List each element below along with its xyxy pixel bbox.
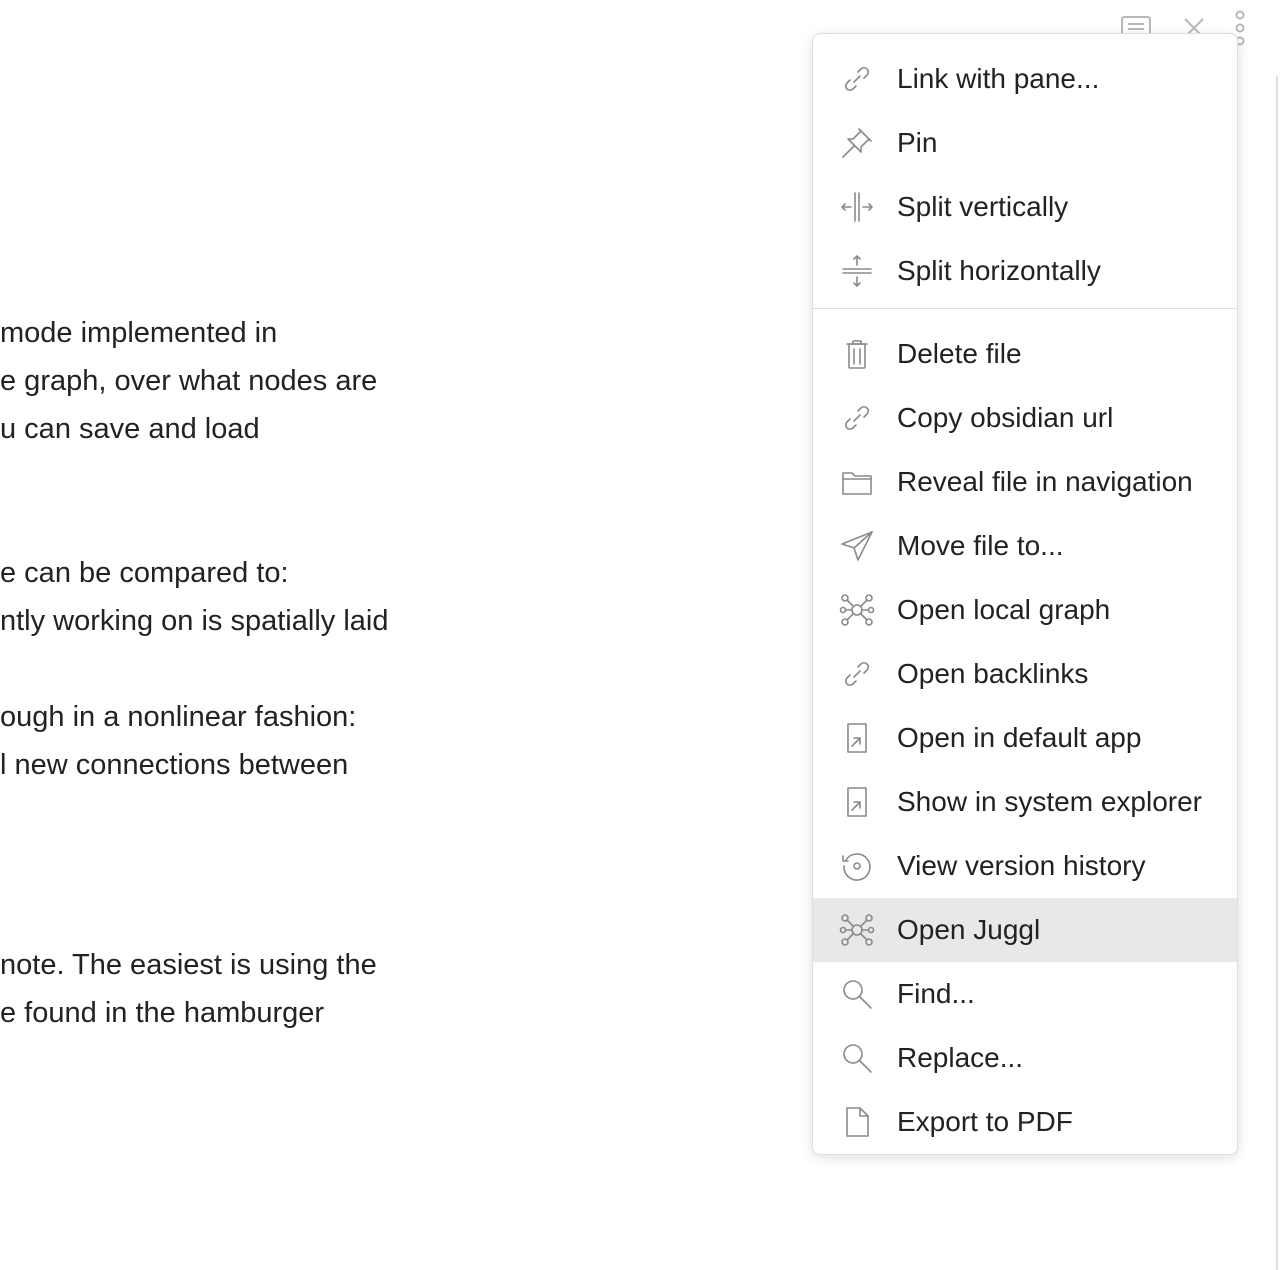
split-vertical-icon xyxy=(839,189,875,225)
menu-item-label: Pin xyxy=(897,127,938,158)
menu-list: Link with pane... Pin Split vertically Spli… xyxy=(813,34,1237,1154)
menu-item-label: Link with pane... xyxy=(897,63,1100,94)
scrollbar[interactable] xyxy=(1276,76,1278,1270)
menu-item-export-to-pdf[interactable]: Export to PDF xyxy=(813,1090,1237,1154)
link-icon xyxy=(839,400,875,436)
search-icon xyxy=(839,976,875,1012)
graph-icon xyxy=(839,592,875,628)
menu-item-label: Copy obsidian url xyxy=(897,402,1114,433)
menu-item-label: Find... xyxy=(897,978,975,1009)
menu-item-label: View version history xyxy=(897,850,1146,881)
trash-icon xyxy=(839,336,875,372)
menu-item-replace[interactable]: Replace... xyxy=(813,1026,1237,1090)
menu-item-split-vertically[interactable]: Split vertically xyxy=(813,175,1237,239)
history-icon xyxy=(839,848,875,884)
paragraph: mode implemented in e graph, over what n… xyxy=(0,309,377,453)
menu-item-label: Delete file xyxy=(897,338,1022,369)
menu-item-move-file-to[interactable]: Move file to... xyxy=(813,514,1237,578)
menu-item-label: Move file to... xyxy=(897,530,1064,561)
menu-item-reveal-file-in-navigation[interactable]: Reveal file in navigation xyxy=(813,450,1237,514)
folder-icon xyxy=(839,464,875,500)
menu-item-open-backlinks[interactable]: Open backlinks xyxy=(813,642,1237,706)
menu-item-open-in-default-app[interactable]: Open in default app xyxy=(813,706,1237,770)
paragraph: note. The easiest is using the e found i… xyxy=(0,941,377,1037)
menu-item-find[interactable]: Find... xyxy=(813,962,1237,1026)
text-line: u can save and load xyxy=(0,413,260,445)
link-icon xyxy=(839,656,875,692)
link-icon xyxy=(839,61,875,97)
text-line: e graph, over what nodes are xyxy=(0,365,378,397)
menu-item-label: Split vertically xyxy=(897,191,1069,222)
menu-item-open-local-graph[interactable]: Open local graph xyxy=(813,578,1237,642)
paper-plane-icon xyxy=(839,528,875,564)
menu-item-label: Replace... xyxy=(897,1042,1024,1073)
paragraph: ough in a nonlinear fashion: l new conne… xyxy=(0,693,356,789)
menu-item-label: Split horizontally xyxy=(897,255,1101,286)
pin-icon xyxy=(839,125,875,161)
menu-item-label: Reveal file in navigation xyxy=(897,466,1193,497)
menu-item-show-in-system-explorer[interactable]: Show in system explorer xyxy=(813,770,1237,834)
open-external-icon xyxy=(839,784,875,820)
text-line: e found in the hamburger xyxy=(0,997,325,1029)
paragraph: e can be compared to: ntly working on is… xyxy=(0,549,388,645)
menu-item-label: Open backlinks xyxy=(897,658,1089,689)
menu-item-label: Open in default app xyxy=(897,722,1142,753)
menu-item-label: Open Juggl xyxy=(897,914,1041,945)
menu-item-pin[interactable]: Pin xyxy=(813,111,1237,175)
menu-separator xyxy=(813,308,1237,309)
menu-item-label: Open local graph xyxy=(897,594,1111,625)
search-icon xyxy=(839,1040,875,1076)
text-line: ough in a nonlinear fashion: xyxy=(0,701,357,733)
pane-context-menu: Link with pane... Pin Split vertically Spli… xyxy=(812,33,1238,1155)
menu-item-split-horizontally[interactable]: Split horizontally xyxy=(813,239,1237,303)
menu-item-label: Show in system explorer xyxy=(897,786,1203,817)
text-line: e can be compared to: xyxy=(0,557,289,589)
text-line: note. The easiest is using the xyxy=(0,949,377,981)
menu-item-copy-obsidian-url[interactable]: Copy obsidian url xyxy=(813,386,1237,450)
menu-item-delete-file[interactable]: Delete file xyxy=(813,322,1237,386)
open-external-icon xyxy=(839,720,875,756)
split-horizontal-icon xyxy=(839,253,875,289)
graph-icon xyxy=(839,912,875,948)
menu-item-label: Export to PDF xyxy=(897,1106,1073,1137)
text-line: ntly working on is spatially laid xyxy=(0,605,389,637)
menu-item-link-with-pane[interactable]: Link with pane... xyxy=(813,47,1237,111)
text-line: l new connections between xyxy=(0,749,349,781)
menu-item-view-version-history[interactable]: View version history xyxy=(813,834,1237,898)
menu-item-open-juggl[interactable]: Open Juggl xyxy=(813,898,1237,962)
text-line: mode implemented in xyxy=(0,317,278,349)
file-icon xyxy=(839,1104,875,1140)
